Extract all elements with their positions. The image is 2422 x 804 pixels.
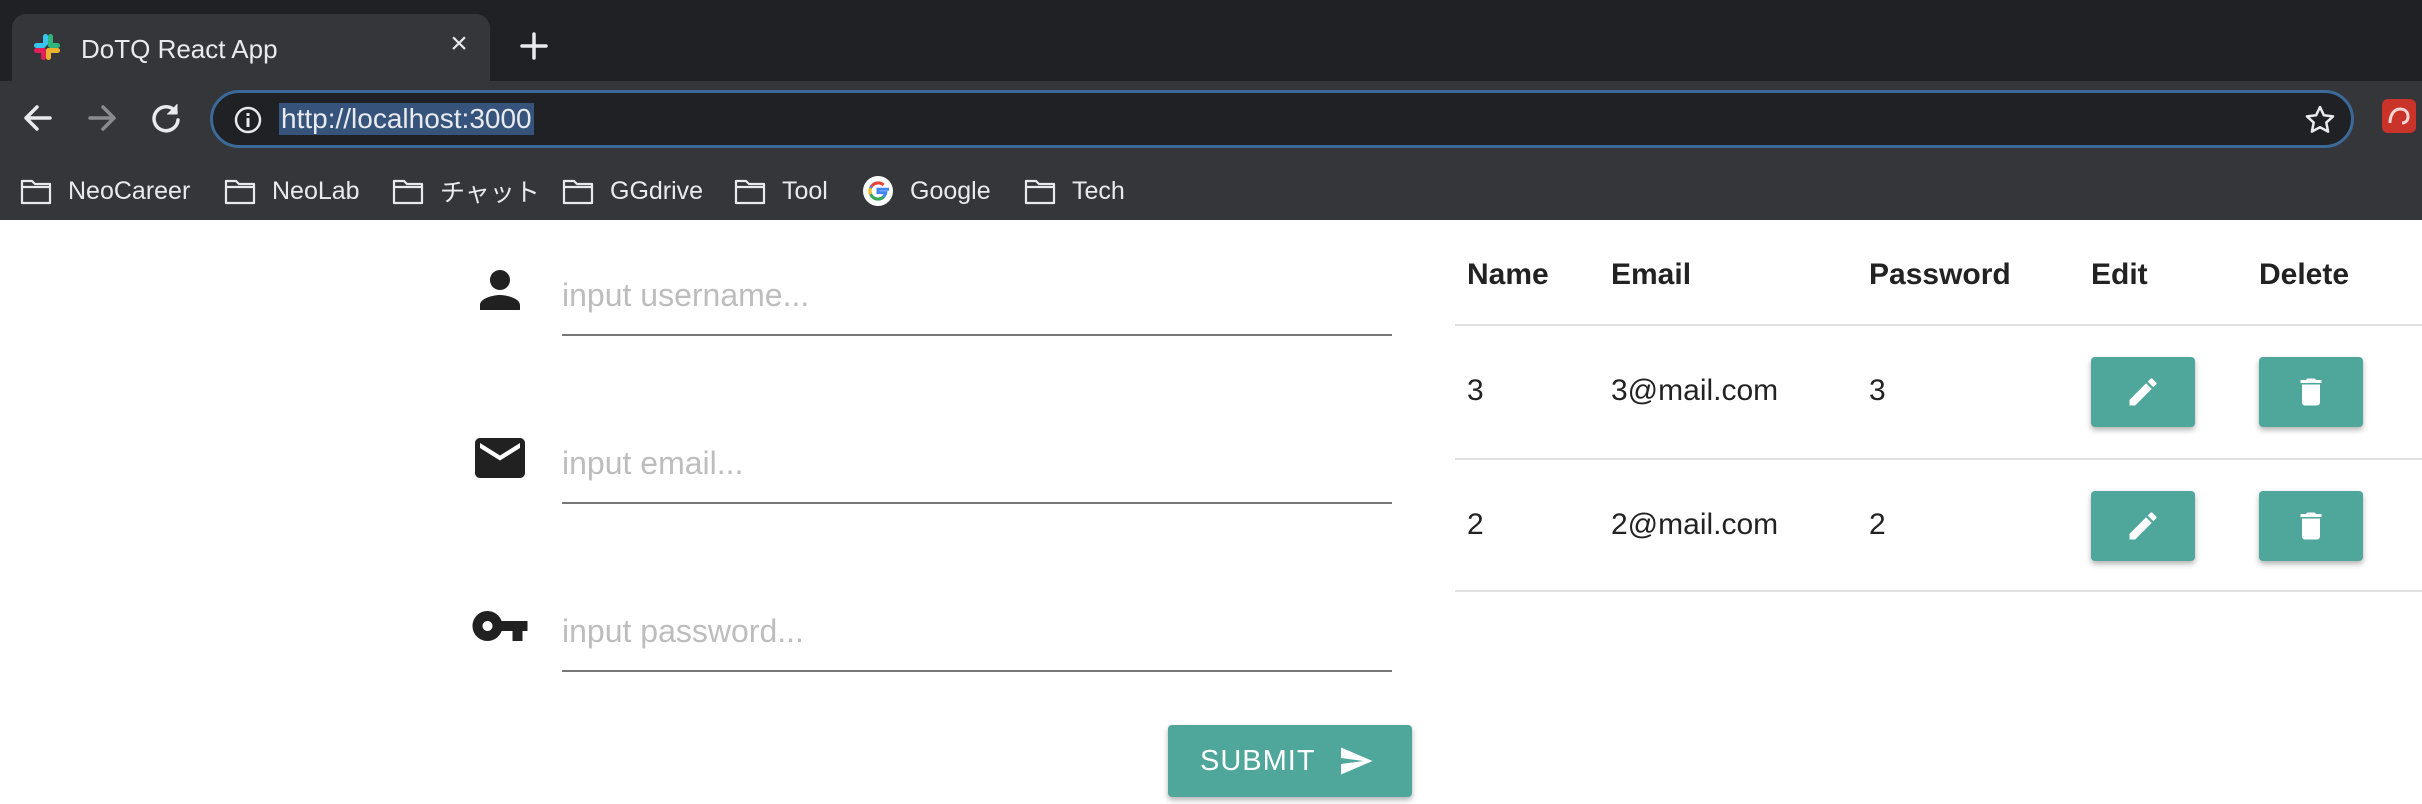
pencil-icon <box>2129 512 2157 540</box>
cell-password: 2 <box>1869 508 1886 541</box>
tab-title: DoTQ React App <box>81 34 278 64</box>
bookmarks-bar: NeoCareer NeoLab チャット GGdrive Tool Googl… <box>0 163 2422 219</box>
bookmark-tech[interactable]: Tech <box>1024 171 1125 211</box>
key-icon <box>472 611 528 641</box>
back-arrow-icon[interactable] <box>18 98 58 138</box>
folder-icon <box>392 179 424 205</box>
bookmark-neolab[interactable]: NeoLab <box>224 171 360 211</box>
email-field-row <box>470 424 1392 504</box>
close-tab-icon[interactable]: × <box>444 29 474 59</box>
folder-icon <box>734 179 766 205</box>
cell-email: 2@mail.com <box>1611 508 1779 541</box>
slack-logo-icon <box>34 34 60 60</box>
bookmark-google[interactable]: Google <box>862 171 991 211</box>
browser-tab[interactable]: DoTQ React App × <box>12 14 490 81</box>
edit-button[interactable] <box>2091 357 2195 427</box>
cell-name: 3 <box>1467 374 1484 407</box>
column-header-delete: Delete <box>2259 258 2350 291</box>
folder-icon <box>224 179 256 205</box>
bookmark-tool[interactable]: Tool <box>734 171 828 211</box>
person-icon <box>480 270 520 310</box>
username-input[interactable] <box>562 256 1392 336</box>
delete-button[interactable] <box>2259 357 2363 427</box>
bookmark-star-icon[interactable] <box>2303 103 2337 137</box>
mail-icon <box>475 438 525 478</box>
cell-email: 3@mail.com <box>1611 374 1779 407</box>
extension-glyph-icon <box>2388 107 2410 125</box>
new-tab-icon[interactable] <box>516 28 552 64</box>
browser-toolbar: http://localhost:3000 NeoCareer NeoLab チ… <box>0 81 2422 237</box>
table-row: 2 2@mail.com 2 <box>1455 458 2422 592</box>
trash-icon <box>2300 378 2322 406</box>
extension-icon[interactable] <box>2382 99 2416 133</box>
cell-name: 2 <box>1467 508 1484 541</box>
email-input[interactable] <box>562 424 1392 504</box>
folder-icon <box>20 179 52 205</box>
column-header-edit: Edit <box>2091 258 2148 291</box>
column-header-password: Password <box>1869 258 2011 291</box>
folder-icon <box>1024 179 1056 205</box>
bookmark-chat[interactable]: チャット <box>392 171 540 211</box>
cell-password: 3 <box>1869 374 1886 407</box>
page-content: SUBMIT Name Email Password Edit Delete 3… <box>0 220 2422 804</box>
username-field-row <box>470 256 1392 336</box>
table-row: 3 3@mail.com 3 <box>1455 324 2422 458</box>
bookmark-ggdrive[interactable]: GGdrive <box>562 171 703 211</box>
delete-button[interactable] <box>2259 491 2363 561</box>
pencil-icon <box>2129 378 2157 406</box>
bookmark-neocareer[interactable]: NeoCareer <box>20 171 190 211</box>
password-field-row <box>470 592 1392 672</box>
address-url[interactable]: http://localhost:3000 <box>279 103 534 135</box>
trash-icon <box>2300 512 2322 540</box>
password-input[interactable] <box>562 592 1392 672</box>
forward-arrow-icon[interactable] <box>82 98 122 138</box>
site-info-icon[interactable] <box>233 105 263 135</box>
folder-icon <box>562 179 594 205</box>
address-bar[interactable]: http://localhost:3000 <box>210 90 2354 148</box>
column-header-email: Email <box>1611 258 1692 291</box>
submit-label: SUBMIT <box>1200 745 1316 777</box>
reload-icon[interactable] <box>146 98 186 138</box>
edit-button[interactable] <box>2091 491 2195 561</box>
browser-tab-strip: DoTQ React App × <box>0 0 2422 81</box>
column-header-name: Name <box>1467 258 1549 291</box>
send-icon <box>1341 747 1373 775</box>
submit-button[interactable]: SUBMIT <box>1168 725 1412 797</box>
google-icon <box>863 176 893 206</box>
